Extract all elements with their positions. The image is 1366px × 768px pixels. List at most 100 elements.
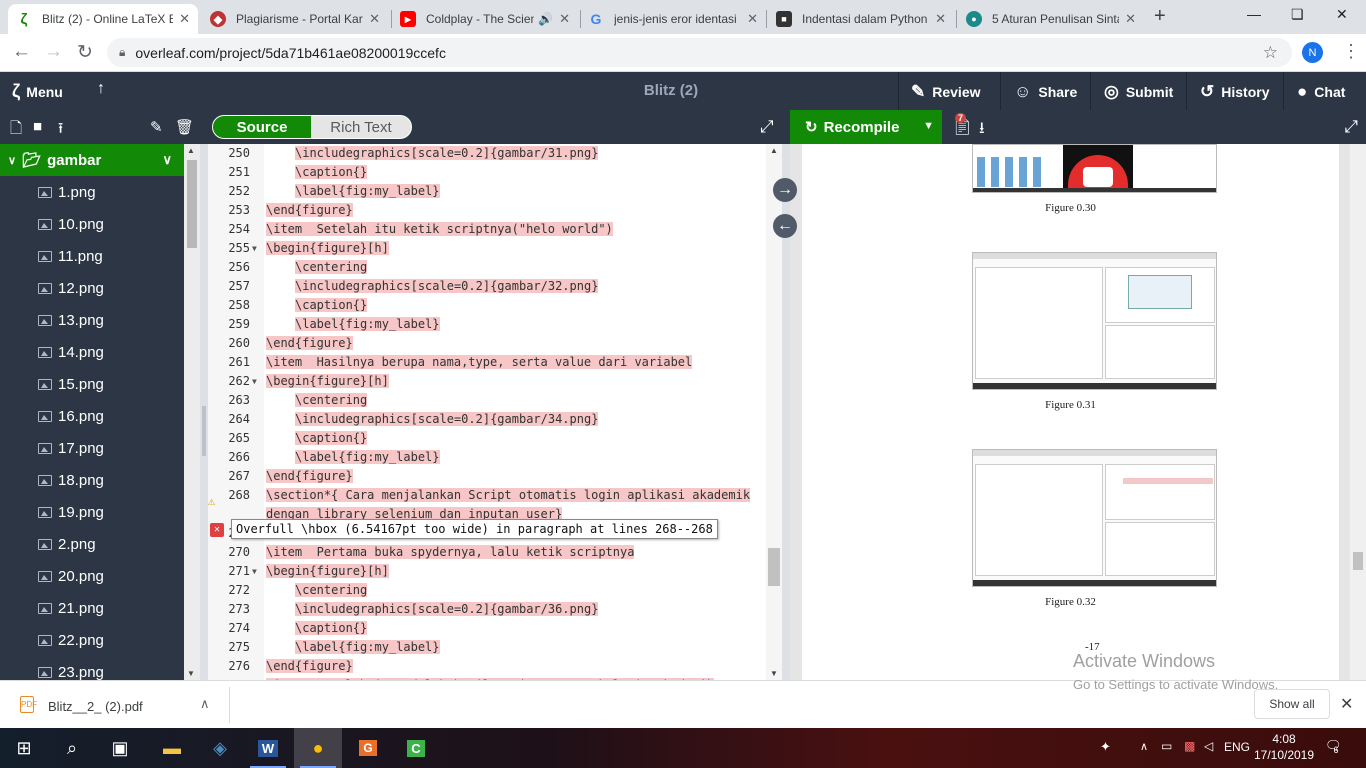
scroll-down-icon[interactable]: ▼ (187, 669, 195, 678)
submit-button[interactable]: ◎ Submit (1104, 82, 1173, 102)
source-mode-button[interactable]: Source (213, 116, 311, 138)
code-line[interactable]: \includegraphics[scale=0.2]{gambar/31.pn… (295, 144, 599, 163)
scroll-down-icon[interactable]: ▼ (770, 669, 778, 678)
code-line[interactable]: \includegraphics[scale=0.2]{gambar/36.pn… (295, 600, 599, 619)
file-item[interactable]: 20.png (38, 560, 104, 592)
file-item[interactable]: 16.png (38, 400, 104, 432)
code-line[interactable]: \includegraphics[scale=0.2]{gambar/32.pn… (295, 277, 599, 296)
code-line[interactable]: \centering (295, 391, 368, 410)
review-button[interactable]: ✎ Review (911, 82, 981, 102)
file-item[interactable]: 15.png (38, 368, 104, 400)
close-icon[interactable]: ✕ (1340, 694, 1353, 714)
avatar[interactable]: N (1302, 42, 1323, 63)
code-line[interactable]: \caption{} (295, 619, 368, 638)
editor-mode-toggle[interactable]: Source Rich Text (212, 115, 412, 139)
word-icon[interactable]: W (244, 728, 292, 768)
code-line[interactable]: \section*{ Cara menjalankan Script otoma… (266, 486, 751, 505)
close-window-icon[interactable]: ✕ (1336, 6, 1348, 23)
file-item[interactable]: 19.png (38, 496, 104, 528)
search-icon[interactable]: ⌕ (48, 728, 96, 768)
code-line[interactable]: \caption{} (295, 429, 368, 448)
python-icon[interactable]: ◈ (196, 728, 244, 768)
code-line[interactable]: \end{figure} (266, 201, 353, 220)
file-item[interactable]: 1.png (38, 176, 96, 208)
clock[interactable]: 4:08 17/10/2019 (1252, 731, 1316, 763)
battery-icon[interactable]: ▭ (1161, 739, 1172, 753)
pdf-scrollbar[interactable] (1350, 144, 1366, 680)
rename-pencil-icon[interactable]: ✎ (150, 118, 163, 136)
browser-tab[interactable]: ▶ Coldplay - The Scientist 🔊 ✕ (392, 4, 578, 34)
download-item[interactable]: Blitz__2_ (2).pdf (48, 699, 143, 714)
minimize-icon[interactable]: — (1247, 6, 1261, 22)
code-line[interactable]: \item Hasilnya berupa nama,type, serta v… (266, 353, 693, 372)
chrome-icon[interactable]: ● (294, 728, 342, 768)
file-item[interactable]: 21.png (38, 592, 104, 624)
file-item[interactable]: 13.png (38, 304, 104, 336)
file-item[interactable]: 12.png (38, 272, 104, 304)
history-button[interactable]: ↺ History (1200, 82, 1269, 102)
code-line[interactable]: \end{figure} (266, 657, 353, 676)
tree-editor-splitter[interactable] (200, 144, 208, 680)
file-item[interactable]: 10.png (38, 208, 104, 240)
code-line[interactable]: \label{fig:my_label} (295, 448, 440, 467)
error-icon[interactable]: ✕ (210, 523, 224, 537)
code-line[interactable]: \item Pertama buka spydernya, lalu ketik… (266, 543, 635, 562)
close-tab-icon[interactable]: ✕ (559, 11, 570, 27)
camtasia-icon[interactable]: C (392, 728, 440, 768)
code-line[interactable]: \begin{figure}[h] (266, 239, 389, 258)
chevron-down-icon[interactable]: ∨ (8, 154, 16, 167)
windows-start-icon[interactable]: ⊞ (0, 728, 48, 768)
task-view-icon[interactable]: ▣ (96, 728, 144, 768)
browser-tab[interactable]: ◆ Plagiarisme - Portal Karya Ilmiah ✕ (202, 4, 388, 34)
file-tree-scrollbar[interactable]: ▲ ▼ (184, 144, 200, 680)
language-indicator[interactable]: ENG (1224, 740, 1250, 754)
audio-playing-icon[interactable]: 🔊 (538, 12, 553, 26)
code-line[interactable]: \label{fig:my_label} (295, 315, 440, 334)
notification-center-icon[interactable]: 🗨︎6 (1325, 738, 1347, 755)
code-line[interactable]: \includegraphics[scale=0.2]{gambar/34.pn… (295, 410, 599, 429)
scroll-up-icon[interactable]: ▲ (770, 146, 778, 155)
pdf-preview[interactable]: Figure 0.30 Figure 0.31 Figure 0.32 -17 (790, 144, 1366, 680)
restore-icon[interactable]: ❏ (1291, 6, 1304, 23)
code-line[interactable]: \centering (295, 258, 368, 277)
folder-gambar[interactable]: ∨ 📂︎ gambar ∨ (0, 144, 184, 176)
code-line[interactable]: \begin{figure}[h] (266, 562, 389, 581)
code-line[interactable]: \end{figure} (266, 334, 353, 353)
chevron-up-icon[interactable]: ∧ (1140, 740, 1148, 753)
recompile-button[interactable]: ↻ Recompile ▼ (790, 110, 942, 144)
file-explorer-icon[interactable]: ▬ (148, 728, 196, 768)
trash-icon[interactable]: 🗑︎ (175, 118, 194, 136)
browser-tab[interactable]: ζ Blitz (2) - Online LaTeX Editor ✕ (8, 4, 198, 34)
url-input[interactable]: 🔒︎ overleaf.com/project/5da71b461ae08200… (107, 38, 1292, 67)
reload-icon[interactable]: ↻ (77, 41, 93, 64)
code-line[interactable]: \label{fig:my_label} (295, 182, 440, 201)
expand-editor-icon[interactable]: ⤢ (760, 117, 774, 137)
file-item[interactable]: 11.png (38, 240, 103, 272)
file-item[interactable]: 14.png (38, 336, 104, 368)
scroll-up-icon[interactable]: ▲ (187, 146, 195, 155)
chevron-down-icon[interactable]: ▼ (923, 120, 934, 132)
new-folder-icon[interactable]: ■ (33, 118, 42, 135)
close-tab-icon[interactable]: ✕ (179, 11, 190, 27)
fold-toggle-icon[interactable]: ▼ (252, 239, 257, 258)
code-editor[interactable]: 250 251 252 253 254 255 ▼ 256 257 258 259 260 261 262… (208, 144, 766, 680)
new-tab-button[interactable]: + (1154, 5, 1166, 28)
more-menu-icon[interactable]: ⋮ (1342, 41, 1360, 62)
folder-menu-chevron-icon[interactable]: ∨ (162, 152, 172, 168)
volume-icon[interactable]: ◁ (1204, 739, 1213, 753)
close-tab-icon[interactable]: ✕ (1125, 11, 1136, 27)
bookmark-star-icon[interactable]: ☆ (1263, 43, 1278, 63)
chevron-up-icon[interactable]: ∧ (200, 696, 210, 712)
go-to-pdf-location-icon[interactable]: → (773, 178, 797, 202)
file-item[interactable]: 18.png (38, 464, 104, 496)
expand-pdf-icon[interactable]: ⤢ (1344, 117, 1358, 137)
network-icon[interactable]: ▩ (1184, 739, 1195, 753)
fold-toggle-icon[interactable]: ▼ (252, 372, 257, 391)
scroll-thumb[interactable] (768, 548, 780, 586)
scroll-thumb[interactable] (1353, 552, 1363, 570)
chat-button[interactable]: ● Chat (1297, 82, 1345, 102)
file-item[interactable]: 2.png (38, 528, 96, 560)
close-tab-icon[interactable]: ✕ (369, 11, 380, 27)
download-pdf-icon[interactable]: ⭳ (979, 117, 985, 144)
browser-tab[interactable]: ■ Indentasi dalam Python ✕ (768, 4, 954, 34)
